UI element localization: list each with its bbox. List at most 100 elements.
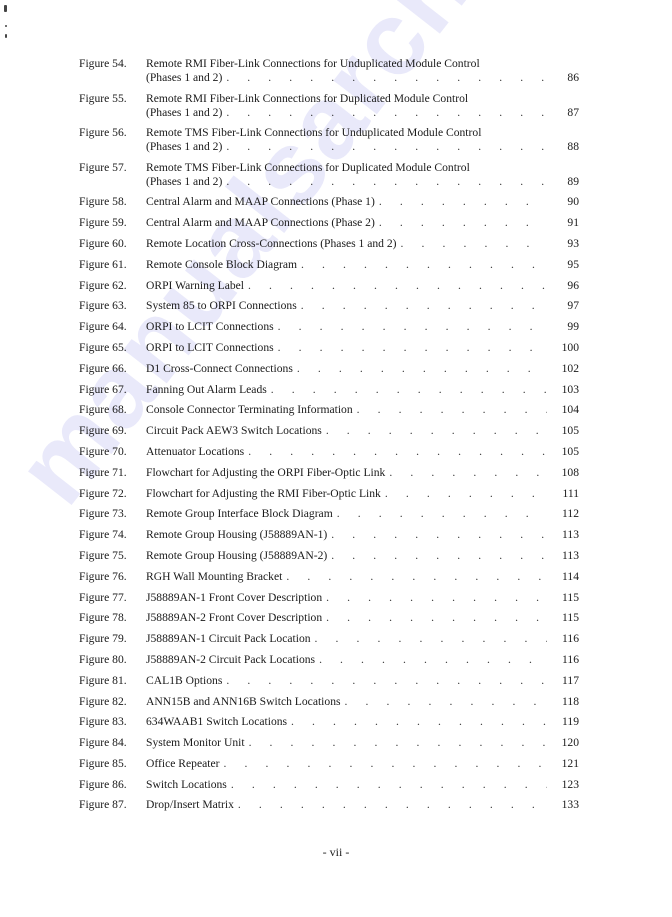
- figure-title-block: Remote Group Housing (J58889AN-2). . . .…: [146, 549, 579, 563]
- figure-title-block: J58889AN-1 Front Cover Description. . . …: [146, 591, 579, 605]
- toc-entry[interactable]: Figure 73. Remote Group Interface Block D…: [79, 507, 579, 528]
- toc-entry[interactable]: Figure 65. ORPI to LCIT Connections. . . …: [79, 341, 579, 362]
- toc-entry[interactable]: Figure 60. Remote Location Cross-Connecti…: [79, 237, 579, 258]
- figure-title: D1 Cross-Connect Connections: [146, 361, 293, 375]
- dot-leader: . . . . . . . . . . . . . . . . . . . . …: [291, 715, 547, 729]
- figure-title-line: (Phases 1 and 2). . . . . . . . . . . . …: [146, 71, 579, 85]
- dot-leader: . . . . . . . . . . . . . . . . . . . . …: [226, 673, 547, 687]
- toc-entry[interactable]: Figure 56. Remote TMS Fiber-Link Connecti…: [79, 126, 579, 161]
- dot-leader: . . . . . . . . . . . . . . . . . . . . …: [301, 257, 547, 271]
- page-number: 104: [561, 403, 579, 417]
- toc-entry[interactable]: Figure 83. 634WAAB1 Switch Locations. . .…: [79, 715, 579, 736]
- page-number: 102: [561, 361, 579, 375]
- toc-entry[interactable]: Figure 55. Remote RMI Fiber-Link Connecti…: [79, 92, 579, 127]
- toc-entry[interactable]: Figure 63. System 85 to ORPI Connections.…: [79, 299, 579, 320]
- figure-label: Figure 61.: [79, 257, 127, 271]
- toc-entry[interactable]: Figure 72. Flowchart for Adjusting the RM…: [79, 487, 579, 508]
- figure-title: Flowchart for Adjusting the RMI Fiber-Op…: [146, 486, 381, 500]
- figure-title-line: System 85 to ORPI Connections. . . . . .…: [146, 299, 579, 313]
- toc-entry[interactable]: Figure 85. Office Repeater. . . . . . . .…: [79, 757, 579, 778]
- page-number: 121: [561, 756, 579, 770]
- figure-title: Attenuator Locations: [146, 444, 245, 458]
- toc-entry[interactable]: Figure 66. D1 Cross-Connect Connections. …: [79, 362, 579, 383]
- toc-entry[interactable]: Figure 79. J58889AN-1 Circuit Pack Locati…: [79, 632, 579, 653]
- toc-entry[interactable]: Figure 62. ORPI Warning Label. . . . . . …: [79, 279, 579, 300]
- figure-title: Flowchart for Adjusting the ORPI Fiber-O…: [146, 465, 386, 479]
- toc-entry[interactable]: Figure 87. Drop/Insert Matrix. . . . . . …: [79, 798, 579, 819]
- toc-entry[interactable]: Figure 67. Fanning Out Alarm Leads. . . .…: [79, 383, 579, 404]
- figure-title-block: System Monitor Unit. . . . . . . . . . .…: [146, 736, 579, 750]
- toc-entry[interactable]: Figure 78. J58889AN-2 Front Cover Descrip…: [79, 611, 579, 632]
- toc-entry[interactable]: Figure 71. Flowchart for Adjusting the OR…: [79, 466, 579, 487]
- figure-title-block: RGH Wall Mounting Bracket. . . . . . . .…: [146, 570, 579, 584]
- dot-leader: . . . . . . . . . . . . . . . . . . . . …: [248, 444, 547, 458]
- dot-leader: . . . . . . . . . . . . . . . . . . . . …: [286, 569, 547, 583]
- figure-label: Figure 56.: [79, 126, 127, 140]
- toc-entry[interactable]: Figure 76. RGH Wall Mounting Bracket. . .…: [79, 570, 579, 591]
- page-number: 111: [562, 486, 579, 500]
- scan-speck: [5, 25, 7, 27]
- figure-title-block: ANN15B and ANN16B Switch Locations. . . …: [146, 695, 579, 709]
- toc-entry[interactable]: Figure 59. Central Alarm and MAAP Connect…: [79, 216, 579, 237]
- dot-leader: . . . . . . . . . . . . . . . . . . . . …: [277, 320, 547, 334]
- figure-title-line: Console Connector Terminating Informatio…: [146, 403, 579, 417]
- figure-title: Central Alarm and MAAP Connections (Phas…: [146, 216, 375, 230]
- dot-leader: . . . . . . . . . . . . . . . . . . . . …: [384, 486, 547, 500]
- figure-title-block: J58889AN-2 Front Cover Description. . . …: [146, 611, 579, 625]
- figure-title: Drop/Insert Matrix: [146, 798, 234, 812]
- figure-label: Figure 87.: [79, 798, 127, 812]
- dot-leader: . . . . . . . . . . . . . . . . . . . . …: [314, 632, 547, 646]
- page-number: 91: [567, 216, 579, 230]
- toc-entry[interactable]: Figure 81. CAL1B Options. . . . . . . . .…: [79, 674, 579, 695]
- toc-entry[interactable]: Figure 82. ANN15B and ANN16B Switch Locat…: [79, 695, 579, 716]
- toc-entry[interactable]: Figure 58. Central Alarm and MAAP Connect…: [79, 195, 579, 216]
- page-number: 116: [562, 652, 579, 666]
- page-number: 118: [562, 694, 579, 708]
- figure-title-block: Office Repeater. . . . . . . . . . . . .…: [146, 757, 579, 771]
- figure-label: Figure 64.: [79, 320, 127, 334]
- figure-title-block: Drop/Insert Matrix. . . . . . . . . . . …: [146, 798, 579, 812]
- toc-entry[interactable]: Figure 64. ORPI to LCIT Connections. . . …: [79, 320, 579, 341]
- toc-entry[interactable]: Figure 68. Console Connector Terminating …: [79, 403, 579, 424]
- dot-leader: . . . . . . . . . . . . . . . . . . . . …: [226, 174, 547, 188]
- toc-entry[interactable]: Figure 70. Attenuator Locations. . . . . …: [79, 445, 579, 466]
- figure-title-block: Remote TMS Fiber-Link Connections for Un…: [146, 126, 579, 154]
- toc-entry[interactable]: Figure 54. Remote RMI Fiber-Link Connecti…: [79, 57, 579, 92]
- dot-leader: . . . . . . . . . . . . . . . . . . . . …: [226, 71, 547, 84]
- toc-entry[interactable]: Figure 80. J58889AN-2 Circuit Pack Locati…: [79, 653, 579, 674]
- figure-title: ANN15B and ANN16B Switch Locations: [146, 694, 341, 708]
- dot-leader: . . . . . . . . . . . . . . . . . . . . …: [319, 652, 547, 666]
- figure-label: Figure 85.: [79, 756, 127, 770]
- figure-title: (Phases 1 and 2): [146, 174, 223, 188]
- figure-title: J58889AN-2 Front Cover Description: [146, 611, 323, 625]
- dot-leader: . . . . . . . . . . . . . . . . . . . . …: [248, 278, 547, 292]
- toc-entry[interactable]: Figure 86. Switch Locations. . . . . . . …: [79, 778, 579, 799]
- toc-entry[interactable]: Figure 61. Remote Console Block Diagram. …: [79, 258, 579, 279]
- figure-title: ORPI Warning Label: [146, 278, 245, 292]
- figure-title: Remote Group Housing (J58889AN-1): [146, 528, 328, 542]
- page-number: 100: [561, 340, 579, 354]
- figure-title-line: Flowchart for Adjusting the ORPI Fiber-O…: [146, 466, 579, 480]
- toc-entry[interactable]: Figure 69. Circuit Pack AEW3 Switch Locat…: [79, 424, 579, 445]
- figure-title-line: (Phases 1 and 2). . . . . . . . . . . . …: [146, 175, 579, 189]
- list-of-figures: Figure 54. Remote RMI Fiber-Link Connecti…: [79, 57, 579, 819]
- toc-entry[interactable]: Figure 84. System Monitor Unit. . . . . .…: [79, 736, 579, 757]
- figure-title-line: Central Alarm and MAAP Connections (Phas…: [146, 216, 579, 230]
- toc-entry[interactable]: Figure 74. Remote Group Housing (J58889AN…: [79, 528, 579, 549]
- page-number: 108: [561, 465, 579, 479]
- page-number: 113: [562, 548, 579, 562]
- page-number-footer: - vii -: [322, 845, 350, 859]
- dot-leader: . . . . . . . . . . . . . . . . . . . . …: [277, 340, 547, 354]
- figure-title: System 85 to ORPI Connections: [146, 299, 297, 313]
- page-number: 99: [567, 320, 579, 334]
- figure-title-line: Flowchart for Adjusting the RMI Fiber-Op…: [146, 487, 579, 501]
- dot-leader: . . . . . . . . . . . . . . . . . . . . …: [378, 195, 547, 209]
- toc-entry[interactable]: Figure 75. Remote Group Housing (J58889AN…: [79, 549, 579, 570]
- figure-title: (Phases 1 and 2): [146, 71, 223, 84]
- figure-title-line: (Phases 1 and 2). . . . . . . . . . . . …: [146, 140, 579, 154]
- figure-label: Figure 57.: [79, 160, 127, 174]
- toc-entry[interactable]: Figure 57. Remote TMS Fiber-Link Connecti…: [79, 161, 579, 196]
- figure-label: Figure 67.: [79, 382, 127, 396]
- toc-entry[interactable]: Figure 77. J58889AN-1 Front Cover Descrip…: [79, 591, 579, 612]
- page-number: 119: [562, 715, 579, 729]
